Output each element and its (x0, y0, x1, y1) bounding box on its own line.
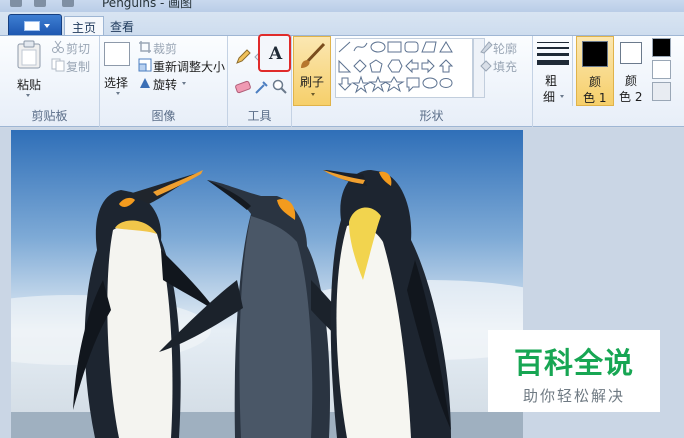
rotate-icon (140, 78, 150, 88)
watermark: 百科全说 助你轻松解决 (488, 330, 660, 412)
paint-window: Penguins - 画图 主页 查看 粘贴 剪切 复制 剪贴板 选择 裁剪 重… (0, 0, 684, 438)
cut-label: 剪切 (66, 42, 91, 56)
rotate-button[interactable]: 旋转 (136, 75, 196, 92)
quick-access-redo-icon[interactable] (62, 0, 74, 7)
color2-label-line2: 色 2 (619, 90, 643, 104)
chevron-down-icon (311, 93, 315, 96)
chevron-down-icon (116, 92, 120, 95)
quick-access-save-icon[interactable] (10, 0, 22, 7)
tools-group-label: 工具 (247, 109, 272, 123)
chevron-down-icon (560, 95, 564, 98)
select-label: 选择 (104, 76, 129, 90)
color2-button[interactable]: 颜 色 2 (616, 36, 648, 106)
scissors-icon (52, 40, 64, 53)
clipboard-group-label: 剪贴板 (31, 109, 68, 123)
paint-menu-icon (24, 21, 40, 31)
drawing-canvas[interactable] (11, 130, 523, 438)
palette-swatch[interactable] (652, 38, 671, 57)
tab-home[interactable]: 主页 (64, 16, 105, 36)
image-group-label: 图像 (151, 109, 176, 123)
chevron-down-icon (44, 24, 50, 28)
image-group: 选择 裁剪 重新调整大小 旋转 图像 (100, 36, 228, 127)
crop-label: 裁剪 (153, 42, 178, 56)
size-label-line2: 细 (543, 90, 556, 104)
text-tool-icon: A (269, 44, 283, 64)
tools-group: A 工具 (228, 34, 292, 127)
copy-icon (51, 58, 65, 72)
copy-button[interactable]: 复制 (50, 57, 96, 74)
quick-access-undo-icon[interactable] (34, 0, 46, 7)
select-button[interactable]: 选择 (102, 40, 134, 102)
paste-button[interactable]: 粘贴 (8, 38, 48, 102)
copy-label: 复制 (66, 60, 91, 74)
brush-icon (301, 42, 326, 68)
window-title: Penguins - 画图 (102, 0, 193, 10)
color2-label-line1: 颜 (625, 74, 638, 88)
color1-swatch (582, 41, 608, 67)
text-tool-button[interactable]: A (258, 34, 291, 72)
chevron-down-icon (182, 82, 186, 85)
palette-swatch[interactable] (652, 82, 671, 101)
cut-button[interactable]: 剪切 (50, 39, 96, 56)
shapes-group-label: 形状 (419, 109, 444, 123)
brushes-button[interactable]: 刷子 (293, 36, 331, 106)
resize-label: 重新调整大小 (153, 60, 226, 74)
shapes-group: 轮廓 填充 形状 (331, 36, 533, 127)
tab-view[interactable]: 查看 (103, 16, 141, 36)
canvas-workarea[interactable]: 百科全说 助你轻松解决 (0, 128, 684, 438)
color1-button[interactable]: 颜 色 1 (576, 36, 614, 106)
brushes-label: 刷子 (300, 75, 325, 89)
size-label-line1: 粗 (545, 74, 558, 88)
fill-label: 填充 (493, 60, 518, 74)
shapes-gallery-icons (337, 41, 454, 94)
ribbon-tab-row: 主页 查看 (0, 12, 684, 36)
palette-swatch[interactable] (652, 60, 671, 79)
pencil-icon[interactable] (234, 48, 252, 66)
outline-icon (480, 41, 493, 54)
color1-label-line1: 颜 (589, 75, 602, 89)
select-rectangle-icon (104, 42, 130, 66)
resize-icon (138, 58, 152, 72)
eraser-icon[interactable] (234, 78, 252, 96)
clipboard-paste-icon (17, 40, 41, 69)
penguins-photo (11, 130, 523, 438)
crop-button[interactable]: 裁剪 (136, 39, 196, 56)
watermark-title: 百科全说 (513, 346, 634, 380)
crop-icon (139, 41, 151, 53)
fill-icon (480, 60, 492, 72)
magnifier-icon[interactable] (271, 78, 289, 96)
rotate-label: 旋转 (153, 78, 178, 92)
resize-button[interactable]: 重新调整大小 (136, 57, 228, 74)
watermark-subtitle: 助你轻松解决 (522, 387, 625, 405)
chevron-down-icon (26, 94, 30, 97)
title-bar: Penguins - 画图 (0, 0, 684, 12)
paste-label: 粘贴 (17, 78, 42, 92)
color-palette (650, 38, 684, 106)
clipboard-group: 粘贴 剪切 复制 剪贴板 (0, 36, 100, 127)
size-button[interactable]: 粗 细 (533, 36, 573, 106)
outline-label: 轮廓 (493, 42, 518, 56)
outline-button[interactable]: 轮廓 (477, 39, 533, 56)
color1-label-line2: 色 1 (583, 91, 607, 105)
color2-swatch (620, 42, 642, 64)
shapes-gallery[interactable] (335, 38, 473, 98)
ribbon: 粘贴 剪切 复制 剪贴板 选择 裁剪 重新调整大小 旋转 图像 A 工具 刷子 … (0, 34, 684, 127)
line-size-icon (537, 42, 569, 65)
fill-button[interactable]: 填充 (477, 57, 533, 74)
paint-menu-button[interactable] (8, 14, 62, 36)
color-picker-icon[interactable] (253, 78, 271, 96)
